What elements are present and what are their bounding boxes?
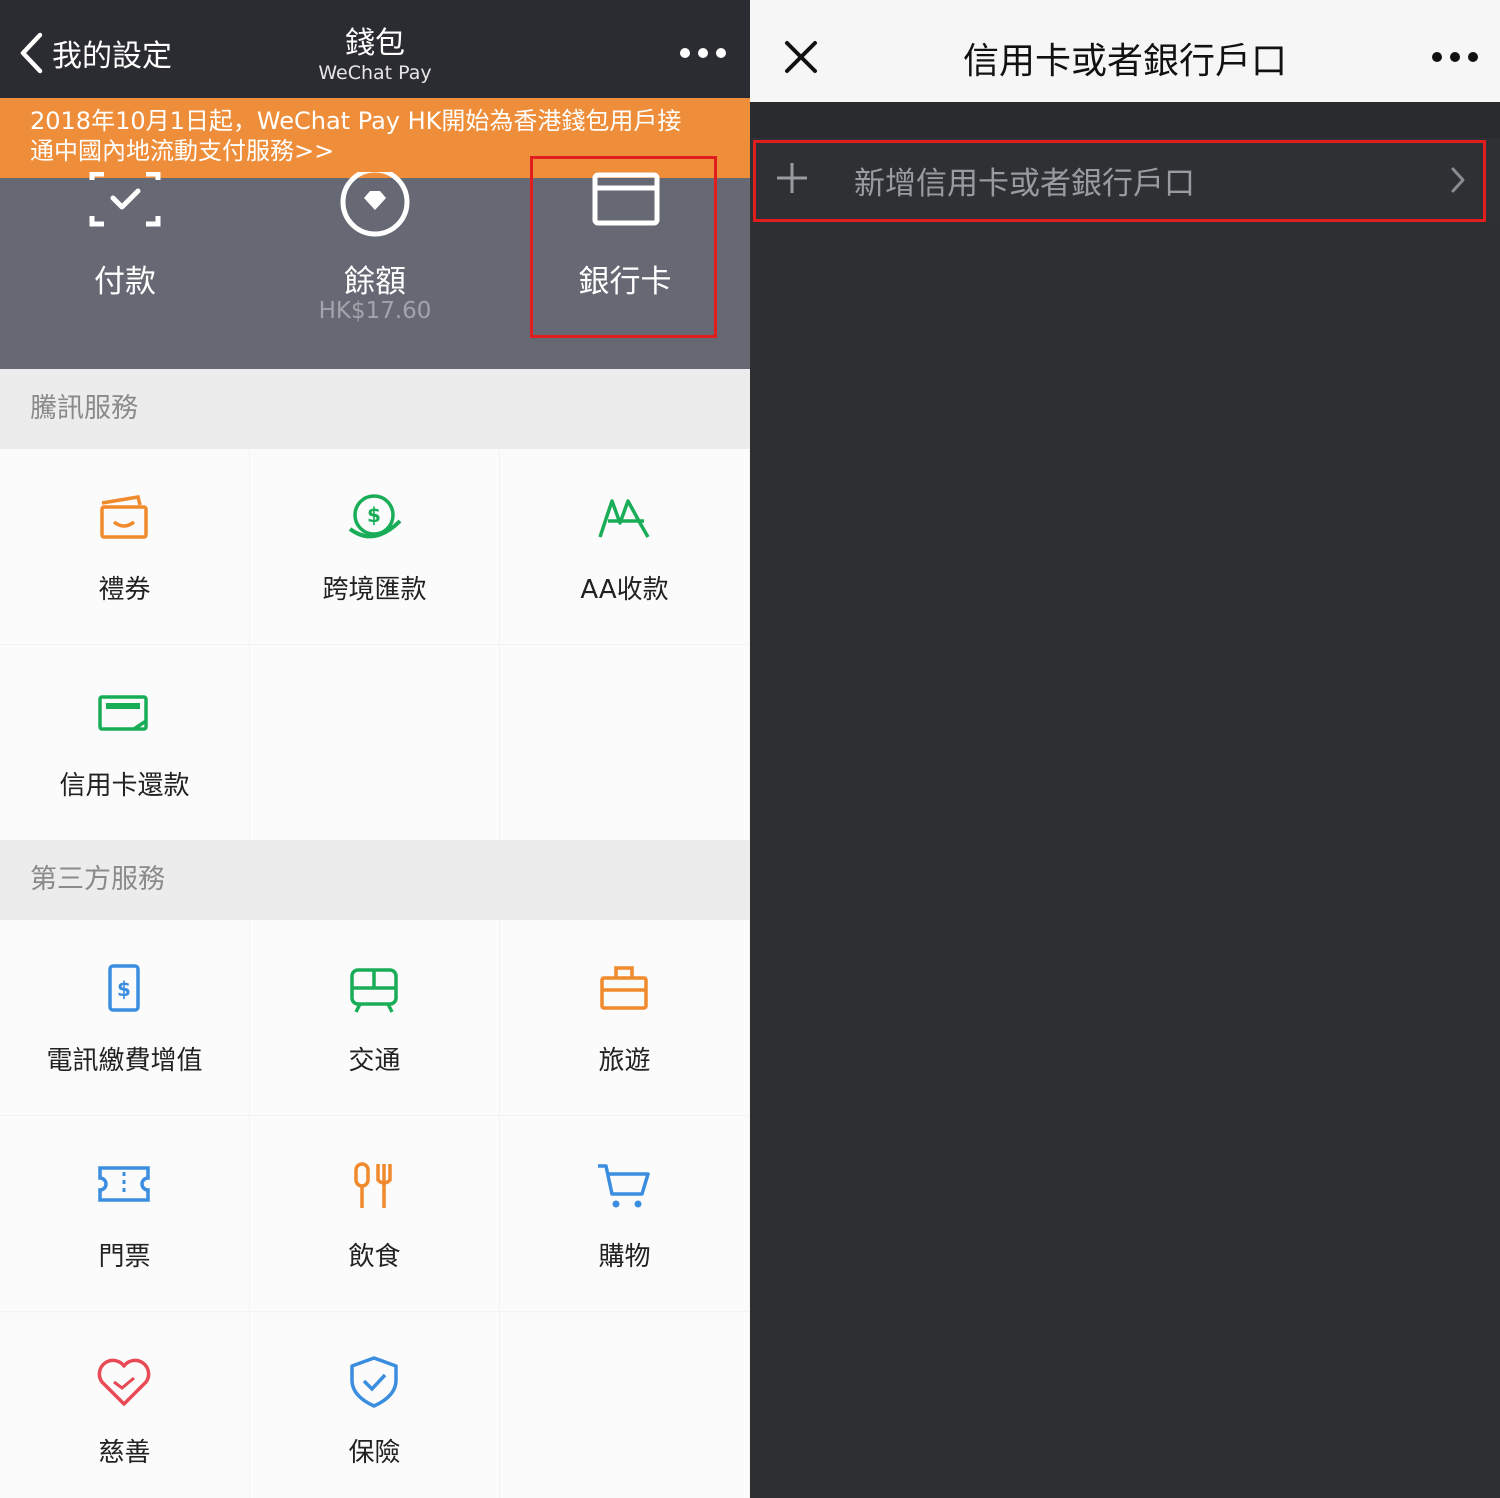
pay-button[interactable]: 付款 bbox=[0, 172, 250, 369]
insurance-shield-icon bbox=[350, 1356, 398, 1408]
service-label: 跨境匯款 bbox=[322, 575, 427, 605]
travel-bag-icon bbox=[600, 966, 648, 1010]
card-or-bank-account-screen: 信用卡或者銀行戶口 新增信用卡或者銀行戶口 bbox=[750, 0, 1500, 1498]
more-options-icon[interactable] bbox=[1432, 52, 1478, 64]
page-subtitle: WeChat Pay bbox=[318, 62, 432, 84]
aa-collect-icon bbox=[598, 499, 650, 538]
pay-label: 付款 bbox=[94, 264, 156, 300]
service-label: 禮券 bbox=[98, 575, 151, 605]
service-label: 電訊繳費增值 bbox=[46, 1046, 203, 1076]
service-label: 門票 bbox=[98, 1242, 151, 1272]
shopping-cart-icon bbox=[598, 1164, 650, 1208]
section-header-third-party: 第三方服務 bbox=[0, 840, 750, 920]
service-label: 旅遊 bbox=[598, 1046, 651, 1076]
service-label: 慈善 bbox=[98, 1438, 151, 1468]
dining-icon bbox=[354, 1162, 392, 1208]
balance-diamond-icon bbox=[340, 172, 410, 237]
wallet-screen: 我的設定 錢包 WeChat Pay 2018年10月1日起，WeChat Pa… bbox=[0, 0, 750, 1498]
highlight-box-bank-card bbox=[530, 156, 717, 338]
empty-cell bbox=[250, 645, 499, 840]
service-travel[interactable]: 旅遊 bbox=[500, 920, 749, 1115]
tencent-services-grid: 禮券 $ 跨境匯款 AA收款 信用卡還款 bbox=[0, 449, 750, 840]
service-mobile-topup[interactable]: $ 電訊繳費增值 bbox=[0, 920, 249, 1115]
more-options-icon[interactable] bbox=[680, 48, 726, 60]
service-label: 信用卡還款 bbox=[59, 771, 190, 801]
third-party-services-grid: $ 電訊繳費增值 交通 旅遊 門票 飲食 購物 慈善 保險 bbox=[0, 920, 750, 1498]
service-credit-card-repay[interactable]: 信用卡還款 bbox=[0, 645, 249, 840]
service-charity[interactable]: 慈善 bbox=[0, 1312, 249, 1498]
service-insurance[interactable]: 保險 bbox=[250, 1312, 499, 1498]
empty-cell bbox=[500, 1312, 749, 1498]
service-label: AA收款 bbox=[580, 575, 669, 605]
balance-label: 餘額 bbox=[344, 264, 406, 300]
gift-voucher-icon bbox=[100, 495, 148, 539]
service-tickets[interactable]: 門票 bbox=[0, 1116, 249, 1311]
svg-text:$: $ bbox=[117, 977, 131, 1001]
wallet-nav-bar: 我的設定 錢包 WeChat Pay bbox=[0, 0, 750, 98]
service-transport[interactable]: 交通 bbox=[250, 920, 499, 1115]
ticket-icon bbox=[98, 1166, 150, 1202]
service-remittance[interactable]: $ 跨境匯款 bbox=[250, 449, 499, 644]
credit-card-repay-icon bbox=[98, 695, 148, 731]
service-label: 交通 bbox=[348, 1046, 401, 1076]
card-nav-bar: 信用卡或者銀行戶口 bbox=[750, 0, 1500, 102]
service-aa-collect[interactable]: AA收款 bbox=[500, 449, 749, 644]
empty-cell bbox=[500, 645, 749, 840]
scan-pay-icon bbox=[89, 172, 161, 227]
page-title: 信用卡或者銀行戶口 bbox=[962, 41, 1287, 82]
service-gift-voucher[interactable]: 禮券 bbox=[0, 449, 249, 644]
mobile-topup-icon: $ bbox=[108, 964, 140, 1012]
service-shopping[interactable]: 購物 bbox=[500, 1116, 749, 1311]
page-title: 錢包 bbox=[345, 26, 405, 61]
highlight-box-add-card bbox=[753, 140, 1486, 222]
service-label: 保險 bbox=[348, 1438, 401, 1468]
balance-button[interactable]: 餘額 HK$17.60 bbox=[250, 172, 500, 369]
svg-text:$: $ bbox=[367, 503, 381, 527]
balance-amount: HK$17.60 bbox=[318, 298, 432, 324]
header-separator bbox=[750, 102, 1500, 138]
service-label: 飲食 bbox=[348, 1242, 401, 1272]
section-header-tencent: 騰訊服務 bbox=[0, 369, 750, 449]
transport-icon bbox=[350, 968, 398, 1013]
banner-line-1: 2018年10月1日起，WeChat Pay HK開始為香港錢包用戶接 bbox=[30, 107, 682, 135]
remittance-icon: $ bbox=[348, 494, 402, 539]
service-label: 購物 bbox=[598, 1242, 651, 1272]
charity-heart-icon bbox=[97, 1358, 151, 1406]
service-dining[interactable]: 飲食 bbox=[250, 1116, 499, 1311]
